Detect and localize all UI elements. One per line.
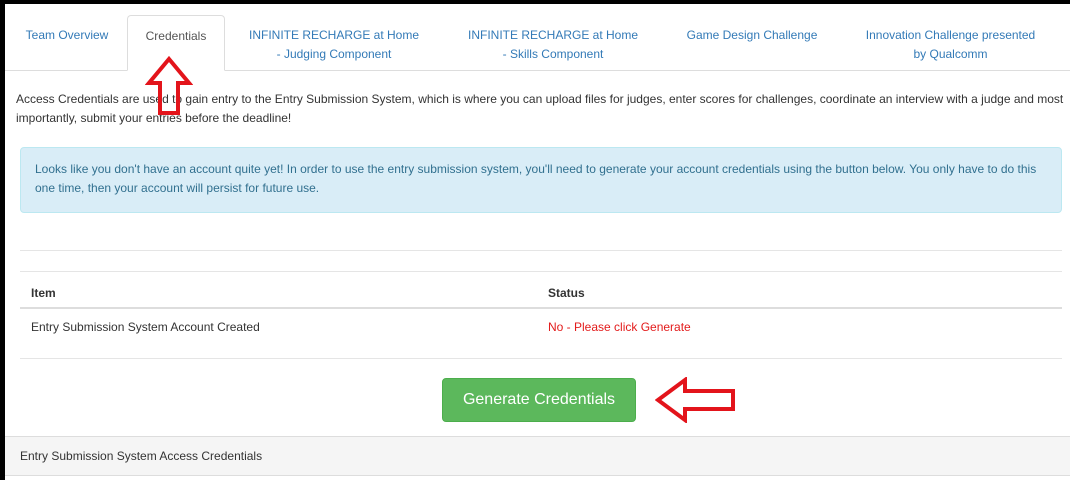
tab-innovation-challenge[interactable]: Innovation Challenge presented by Qualco… (843, 26, 1058, 64)
red-left-arrow-icon (655, 377, 735, 423)
divider (20, 250, 1062, 251)
tab-label-line1: Innovation Challenge presented (865, 28, 1036, 42)
column-header-item: Item (31, 286, 56, 300)
column-header-status: Status (548, 286, 585, 300)
tab-label-line1: INFINITE RECHARGE at Home (467, 28, 639, 42)
row-divider (20, 358, 1062, 359)
header-divider (20, 307, 1062, 309)
row-status-cell: No - Please click Generate (548, 320, 691, 334)
tab-label-line1: INFINITE RECHARGE at Home (248, 28, 420, 42)
access-credentials-panel-heading[interactable]: Entry Submission System Access Credentia… (5, 436, 1070, 476)
tab-skills-component[interactable]: INFINITE RECHARGE at Home - Skills Compo… (448, 26, 658, 64)
tab-game-design-challenge[interactable]: Game Design Challenge (673, 26, 831, 45)
tab-label: Game Design Challenge (686, 28, 818, 42)
page-frame: Team Overview Credentials INFINITE RECHA… (5, 4, 1070, 480)
tab-team-overview[interactable]: Team Overview (17, 26, 117, 45)
tab-label: Credentials (145, 29, 207, 43)
tab-label-line2: - Judging Component (276, 47, 392, 61)
row-item-cell: Entry Submission System Account Created (31, 320, 260, 334)
panel-title: Entry Submission System Access Credentia… (20, 449, 263, 463)
generate-credentials-button[interactable]: Generate Credentials (442, 378, 636, 422)
tab-label: Team Overview (25, 28, 109, 42)
tab-label-line2: by Qualcomm (913, 47, 988, 61)
status-table: Item Status Entry Submission System Acco… (20, 272, 1062, 359)
red-up-arrow-icon (145, 56, 193, 115)
tab-label-line2: - Skills Component (502, 47, 604, 61)
info-alert: Looks like you don't have an account qui… (20, 147, 1062, 213)
tab-judging-component[interactable]: INFINITE RECHARGE at Home - Judging Comp… (230, 26, 438, 64)
